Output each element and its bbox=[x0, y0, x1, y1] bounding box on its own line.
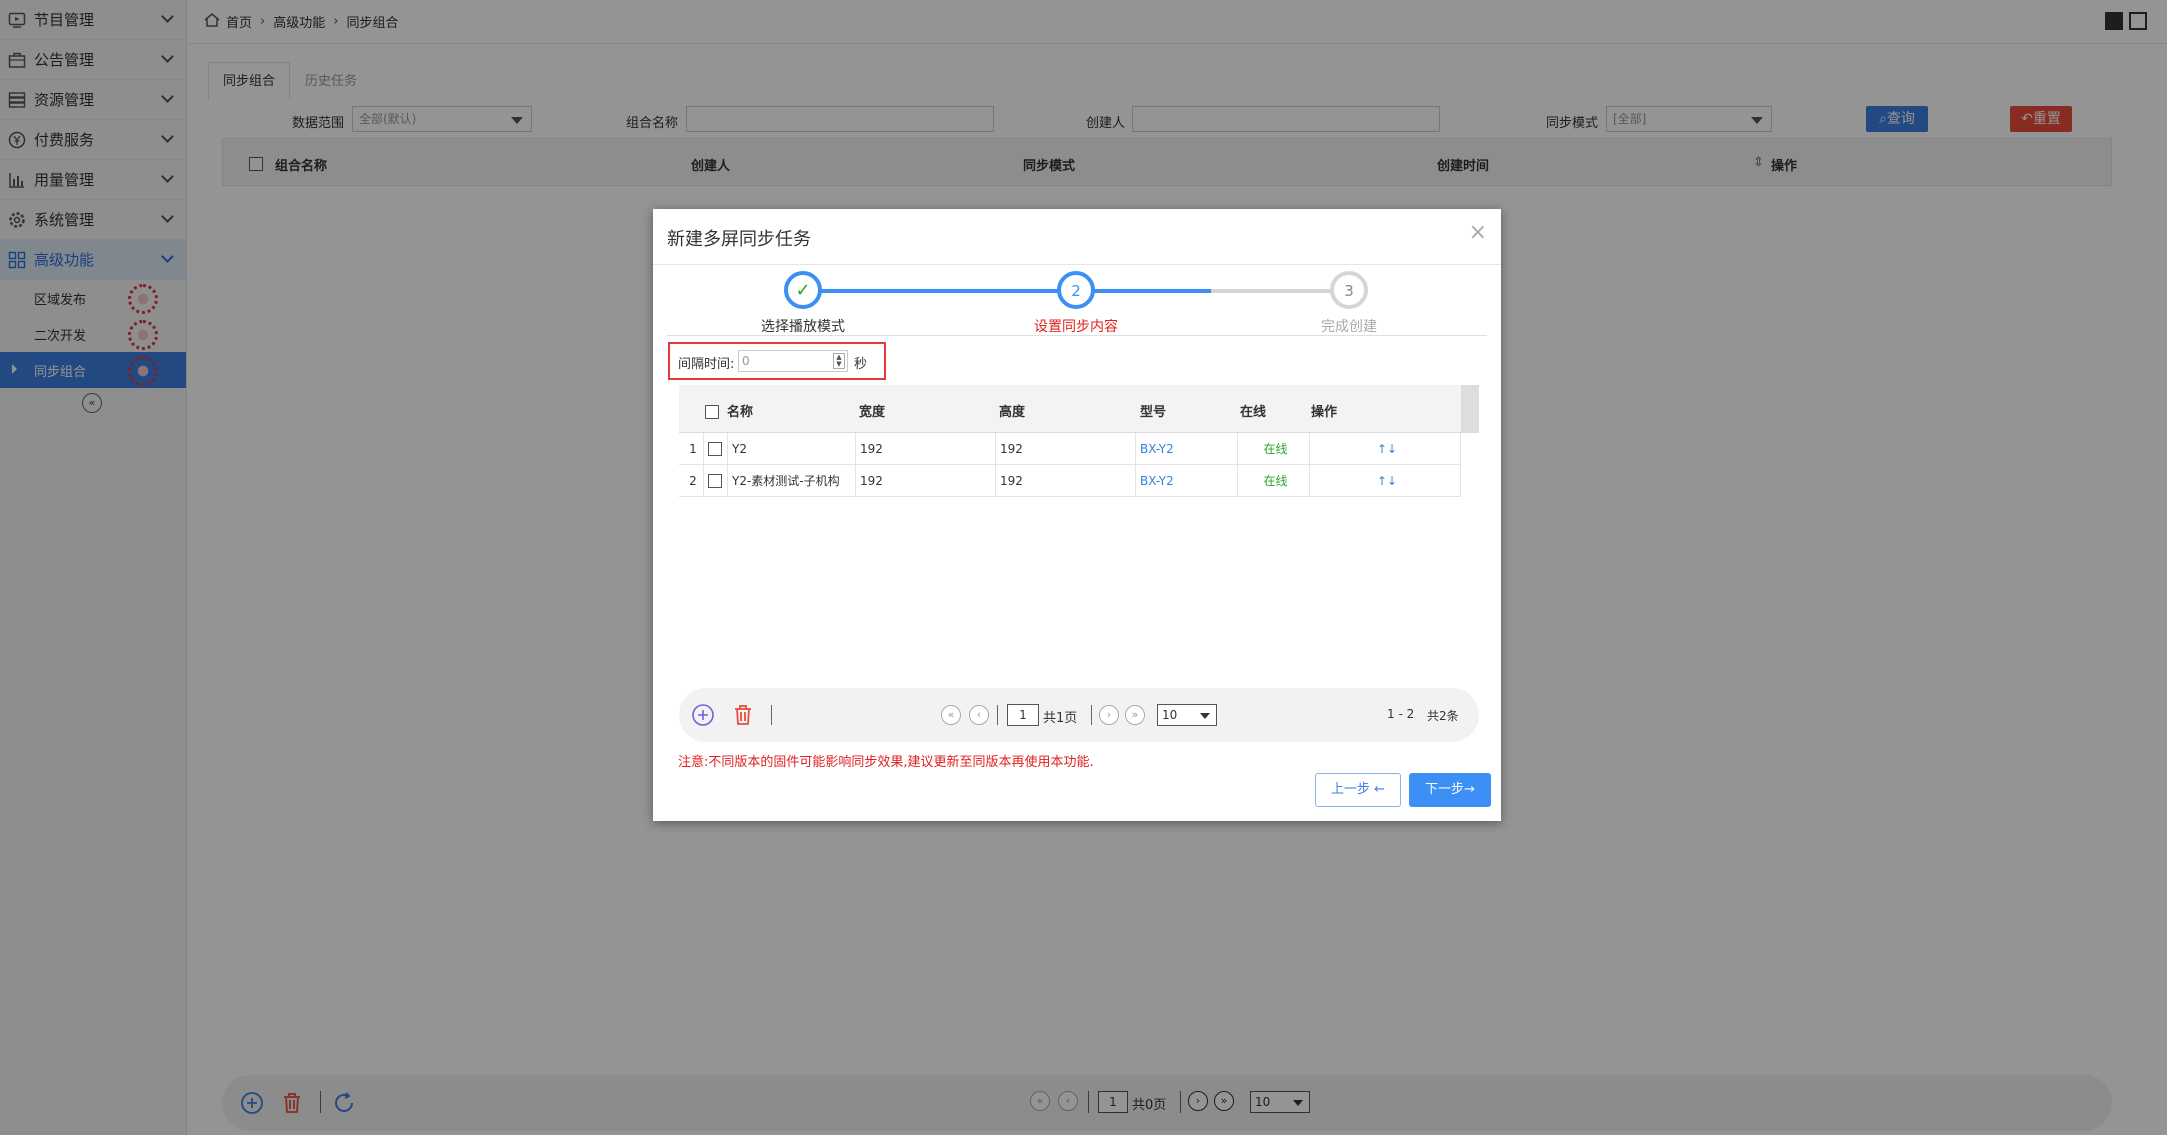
step-1-label: 选择播放模式 bbox=[761, 319, 845, 335]
firmware-notice: 注意:不同版本的固件可能影响同步效果,建议更新至同版本再使用本功能. bbox=[678, 755, 1094, 770]
interval-highlight: 间隔时间: 0 ▲ ▼ 秒 bbox=[668, 342, 886, 380]
cell-online: 在线 bbox=[1237, 433, 1309, 464]
pager-divider bbox=[1091, 705, 1092, 725]
add-icon[interactable] bbox=[691, 703, 715, 731]
new-sync-task-dialog: 新建多屏同步任务 × ✓ 2 3 选择播放模式 设置同步内容 完成创建 间隔时间… bbox=[653, 209, 1501, 821]
col-width: 宽度 bbox=[859, 405, 886, 420]
scrollbar[interactable] bbox=[1461, 385, 1479, 433]
divider bbox=[653, 264, 1501, 265]
col-operations: 操作 bbox=[1311, 405, 1338, 420]
step-2-label: 设置同步内容 bbox=[1034, 319, 1118, 335]
move-up-down-icon[interactable]: ↑↓ bbox=[1309, 465, 1461, 496]
step-2-circle: 2 bbox=[1057, 271, 1095, 309]
record-range: 1 - 2 bbox=[1387, 707, 1415, 721]
next-step-button[interactable]: 下一步→ bbox=[1409, 773, 1491, 807]
caret-down-icon bbox=[1200, 713, 1210, 719]
col-name: 名称 bbox=[727, 405, 754, 420]
move-up-down-icon[interactable]: ↑↓ bbox=[1309, 433, 1461, 464]
divider bbox=[667, 335, 1487, 336]
row-checkbox-cell bbox=[703, 465, 727, 496]
select-all-checkbox[interactable] bbox=[705, 405, 719, 419]
dialog-title: 新建多屏同步任务 bbox=[667, 229, 811, 250]
interval-label: 间隔时间: bbox=[678, 357, 735, 372]
row-checkbox[interactable] bbox=[708, 441, 722, 456]
toolbar-divider bbox=[771, 705, 772, 725]
last-page-icon[interactable]: » bbox=[1125, 705, 1145, 725]
interval-input-value: 0 bbox=[742, 354, 750, 368]
page-size-select[interactable]: 10 bbox=[1157, 704, 1217, 726]
dialog-pager: « ‹ 1 共1页 › » 10 1 - 2 共2条 bbox=[679, 688, 1479, 742]
col-online: 在线 bbox=[1240, 405, 1267, 420]
next-page-icon[interactable]: › bbox=[1099, 705, 1119, 725]
col-model: 型号 bbox=[1140, 405, 1167, 420]
step-connector bbox=[1211, 289, 1347, 293]
row-index: 2 bbox=[689, 473, 697, 488]
row-checkbox[interactable] bbox=[708, 473, 722, 488]
cell-name: Y2-素材测试-子机构 bbox=[727, 465, 855, 496]
prev-page-icon[interactable]: ‹ bbox=[969, 705, 989, 725]
interval-input[interactable]: 0 ▲ ▼ bbox=[738, 350, 848, 372]
step-3-circle: 3 bbox=[1330, 271, 1368, 309]
cell-width: 192 bbox=[855, 465, 995, 496]
cell-height: 192 bbox=[995, 433, 1135, 464]
cell-height: 192 bbox=[995, 465, 1135, 496]
col-height: 高度 bbox=[999, 405, 1026, 420]
spinner-icon[interactable]: ▲ ▼ bbox=[833, 353, 845, 369]
cell-model[interactable]: BX-Y2 bbox=[1135, 433, 1237, 464]
interval-unit: 秒 bbox=[854, 357, 868, 372]
cell-width: 192 bbox=[855, 433, 995, 464]
first-page-icon[interactable]: « bbox=[941, 705, 961, 725]
prev-step-button[interactable]: 上一步 ← bbox=[1315, 773, 1401, 807]
table-row[interactable]: 1 Y2 192 192 BX-Y2 在线 ↑↓ bbox=[679, 433, 1461, 465]
record-total: 共2条 bbox=[1427, 709, 1459, 723]
step-connector bbox=[1075, 289, 1211, 293]
page-input[interactable]: 1 bbox=[1007, 704, 1039, 726]
step-connector bbox=[803, 289, 1075, 293]
page-size-value: 10 bbox=[1162, 708, 1178, 722]
step-1-check-icon: ✓ bbox=[784, 271, 822, 309]
cell-online: 在线 bbox=[1237, 465, 1309, 496]
trash-icon[interactable] bbox=[731, 703, 755, 731]
cell-model[interactable]: BX-Y2 bbox=[1135, 465, 1237, 496]
cell-name: Y2 bbox=[727, 433, 855, 464]
pager-divider bbox=[997, 705, 998, 725]
total-pages: 共1页 bbox=[1043, 711, 1078, 726]
close-icon[interactable]: × bbox=[1469, 222, 1487, 244]
step-3-label: 完成创建 bbox=[1321, 319, 1377, 335]
table-row[interactable]: 2 Y2-素材测试-子机构 192 192 BX-Y2 在线 ↑↓ bbox=[679, 465, 1461, 497]
device-table-header: 名称 宽度 高度 型号 在线 操作 bbox=[679, 385, 1479, 433]
row-checkbox-cell bbox=[703, 433, 727, 464]
row-index: 1 bbox=[689, 441, 697, 456]
